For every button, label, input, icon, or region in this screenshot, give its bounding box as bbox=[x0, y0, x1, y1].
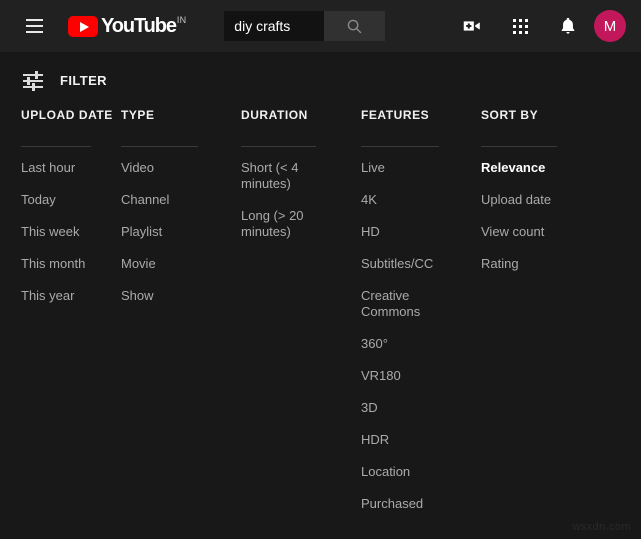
filter-toggle-button[interactable]: FILTER bbox=[22, 69, 107, 91]
filter-item-playlist[interactable]: Playlist bbox=[121, 224, 241, 240]
filter-item-channel[interactable]: Channel bbox=[121, 192, 241, 208]
filter-column-features: FEATURES Live 4K HD Subtitles/CC Creativ… bbox=[361, 108, 481, 528]
filter-item-hd[interactable]: HD bbox=[361, 224, 439, 240]
avatar-letter: M bbox=[603, 17, 617, 35]
youtube-logo[interactable]: YouTube IN bbox=[68, 15, 186, 37]
grid-dot bbox=[512, 24, 516, 28]
hamburger-bar bbox=[25, 31, 43, 33]
apps-button[interactable] bbox=[500, 6, 540, 46]
grid-dot bbox=[518, 30, 522, 34]
slider-line bbox=[23, 80, 43, 82]
apps-grid-icon bbox=[512, 18, 528, 34]
filter-item-3d[interactable]: 3D bbox=[361, 400, 439, 416]
slider-knob bbox=[35, 71, 38, 79]
search-bar: diy crafts bbox=[224, 11, 386, 41]
slider-line bbox=[23, 74, 43, 76]
column-divider bbox=[481, 146, 557, 147]
filter-item-purchased[interactable]: Purchased bbox=[361, 496, 439, 512]
filter-bar: FILTER bbox=[0, 52, 641, 108]
filter-column-upload-date: UPLOAD DATE Last hour Today This week Th… bbox=[0, 108, 121, 528]
filter-item-creative-commons[interactable]: Creative Commons bbox=[361, 288, 439, 320]
grid-dot bbox=[524, 18, 528, 22]
watermark: wsxdn.com bbox=[572, 521, 631, 533]
filter-column-sort-by: SORT BY Relevance Upload date View count… bbox=[481, 108, 621, 528]
video-camera-plus-icon bbox=[463, 21, 480, 31]
column-items: Last hour Today This week This month Thi… bbox=[21, 160, 121, 320]
grid-dot bbox=[524, 30, 528, 34]
filter-item-this-month[interactable]: This month bbox=[21, 256, 121, 272]
column-divider bbox=[21, 146, 91, 147]
filter-item-hdr[interactable]: HDR bbox=[361, 432, 439, 448]
filter-column-type: TYPE Video Channel Playlist Movie Show bbox=[121, 108, 241, 528]
grid-dot bbox=[518, 18, 522, 22]
grid-dot bbox=[518, 24, 522, 28]
filter-item-this-week[interactable]: This week bbox=[21, 224, 121, 240]
filter-item-view-count[interactable]: View count bbox=[481, 224, 621, 240]
filter-item-today[interactable]: Today bbox=[21, 192, 121, 208]
filter-item-relevance[interactable]: Relevance bbox=[481, 160, 621, 176]
column-header: FEATURES bbox=[361, 108, 430, 122]
filter-label: FILTER bbox=[60, 72, 107, 88]
play-triangle bbox=[79, 21, 89, 32]
filter-item-rating[interactable]: Rating bbox=[481, 256, 621, 272]
search-input[interactable]: diy crafts bbox=[224, 11, 325, 41]
column-items: Relevance Upload date View count Rating bbox=[481, 160, 621, 288]
filter-item-upload-date[interactable]: Upload date bbox=[481, 192, 621, 208]
notifications-button[interactable] bbox=[548, 6, 588, 46]
grid-dot bbox=[512, 18, 516, 22]
filter-item-location[interactable]: Location bbox=[361, 464, 439, 480]
filter-item-short[interactable]: Short (< 4 minutes) bbox=[241, 160, 313, 192]
filter-item-360[interactable]: 360° bbox=[361, 336, 439, 352]
column-header: TYPE bbox=[121, 108, 155, 122]
filter-item-vr180[interactable]: VR180 bbox=[361, 368, 439, 384]
slider-knob bbox=[32, 83, 35, 91]
filter-column-duration: DURATION Short (< 4 minutes) Long (> 20 … bbox=[241, 108, 361, 528]
column-items: Short (< 4 minutes) Long (> 20 minutes) bbox=[241, 160, 361, 256]
grid-dot bbox=[524, 24, 528, 28]
youtube-play-icon bbox=[68, 16, 98, 37]
youtube-search-filters-page: YouTube IN diy crafts M FILTER UPLOAD DA… bbox=[0, 0, 641, 539]
search-icon bbox=[347, 19, 361, 33]
filter-item-live[interactable]: Live bbox=[361, 160, 439, 176]
filter-sliders-icon bbox=[22, 69, 44, 91]
column-divider bbox=[241, 146, 316, 147]
bell-icon bbox=[561, 17, 575, 34]
masthead: YouTube IN diy crafts M bbox=[0, 0, 641, 52]
grid-dot bbox=[512, 30, 516, 34]
hamburger-menu-icon[interactable] bbox=[14, 6, 54, 46]
avatar[interactable]: M bbox=[594, 10, 626, 42]
hamburger-bar bbox=[25, 19, 43, 21]
hamburger-bar bbox=[25, 25, 43, 27]
column-header: SORT BY bbox=[481, 108, 539, 122]
logo-wordmark: YouTube bbox=[101, 15, 177, 37]
column-header: DURATION bbox=[241, 108, 308, 122]
column-divider bbox=[361, 146, 439, 147]
filter-columns: UPLOAD DATE Last hour Today This week Th… bbox=[0, 108, 641, 528]
filter-item-video[interactable]: Video bbox=[121, 160, 241, 176]
column-divider bbox=[121, 146, 198, 147]
filter-item-show[interactable]: Show bbox=[121, 288, 241, 304]
filter-item-last-hour[interactable]: Last hour bbox=[21, 160, 121, 176]
filter-panel: UPLOAD DATE Last hour Today This week Th… bbox=[0, 108, 641, 528]
filter-item-subtitles-cc[interactable]: Subtitles/CC bbox=[361, 256, 439, 272]
filter-item-4k[interactable]: 4K bbox=[361, 192, 439, 208]
column-items: Live 4K HD Subtitles/CC Creative Commons… bbox=[361, 160, 481, 528]
filter-item-long[interactable]: Long (> 20 minutes) bbox=[241, 208, 313, 240]
create-video-button[interactable] bbox=[452, 6, 492, 46]
search-input-value: diy crafts bbox=[234, 18, 291, 34]
column-header: UPLOAD DATE bbox=[21, 108, 113, 122]
search-button[interactable] bbox=[324, 11, 386, 41]
logo-country-code: IN bbox=[176, 15, 187, 25]
filter-item-this-year[interactable]: This year bbox=[21, 288, 121, 304]
column-items: Video Channel Playlist Movie Show bbox=[121, 160, 241, 320]
slider-knob bbox=[27, 77, 30, 85]
filter-item-movie[interactable]: Movie bbox=[121, 256, 241, 272]
